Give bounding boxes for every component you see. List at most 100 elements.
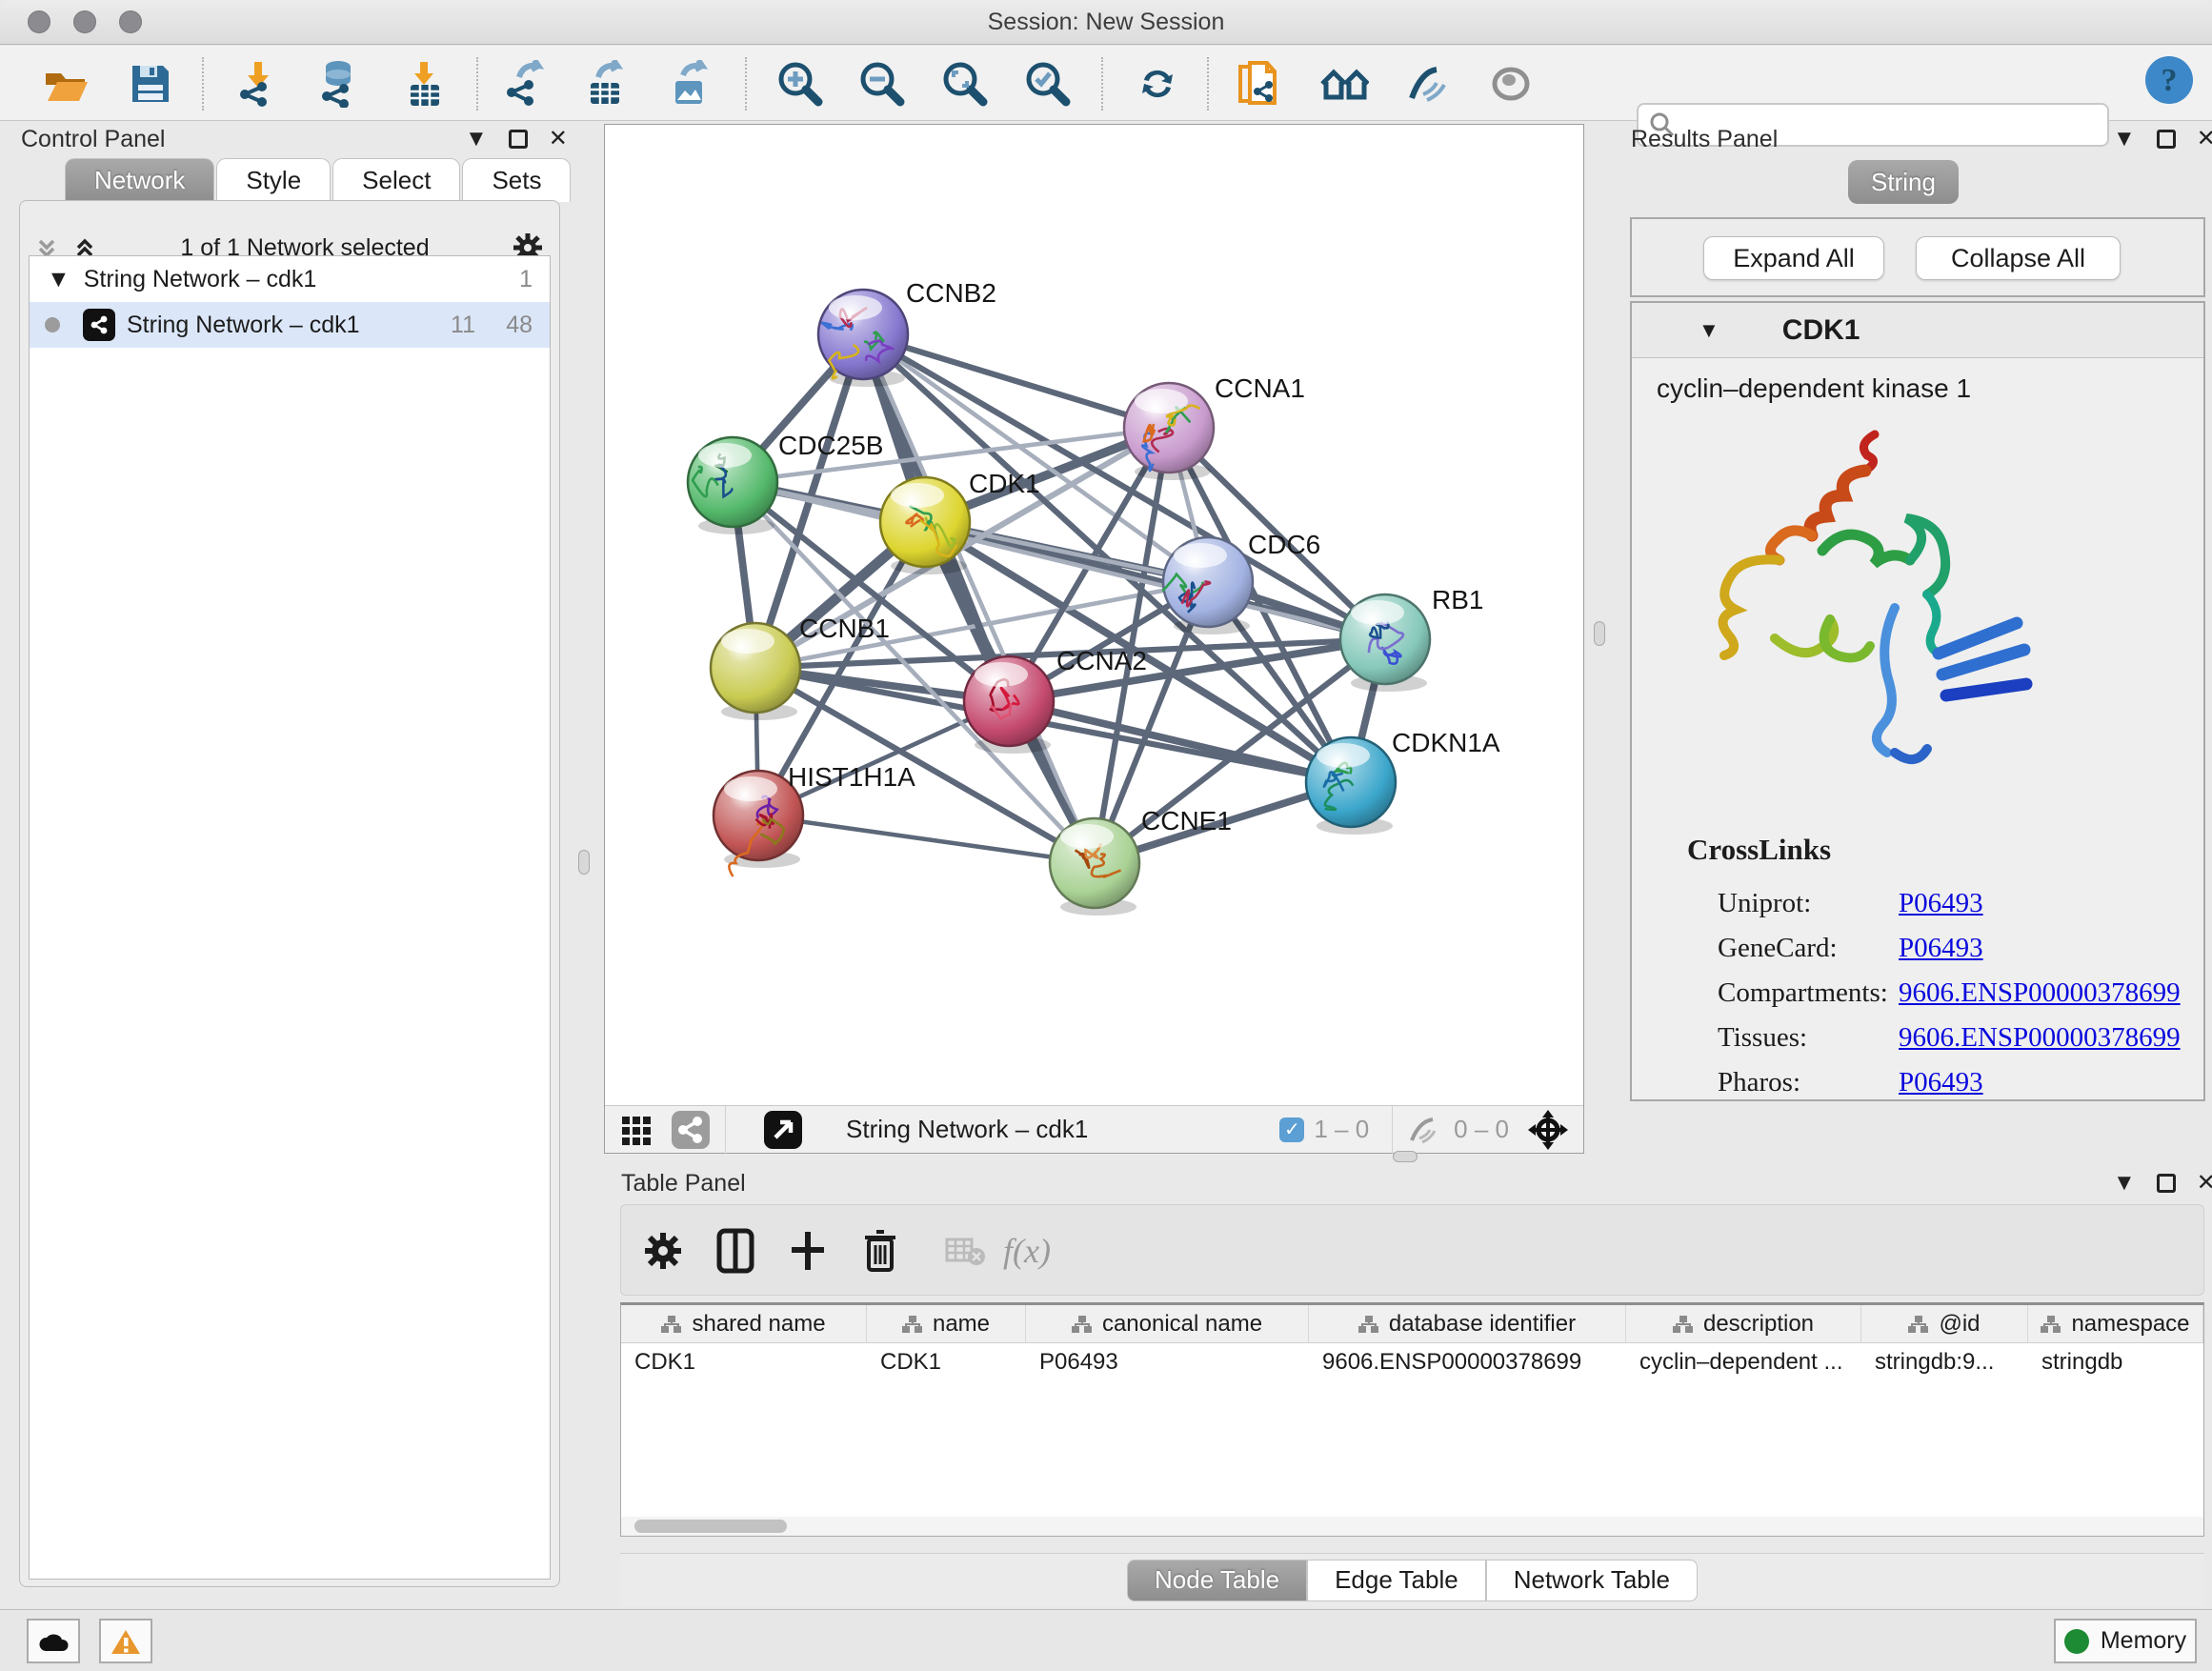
table-cell[interactable]: stringdb:9... bbox=[1861, 1343, 2028, 1381]
gear-icon[interactable] bbox=[634, 1222, 692, 1279]
hide-selected-icon[interactable] bbox=[1403, 59, 1453, 109]
add-column-icon[interactable] bbox=[779, 1222, 836, 1279]
memory-button[interactable]: Memory bbox=[2054, 1619, 2197, 1663]
toolbar-separator bbox=[1101, 57, 1103, 111]
import-table-icon[interactable] bbox=[400, 59, 450, 109]
table-cell[interactable]: CDK1 bbox=[621, 1343, 867, 1381]
open-session-icon[interactable] bbox=[42, 59, 91, 109]
warnings-button[interactable] bbox=[99, 1619, 152, 1663]
tab-network[interactable]: Network bbox=[65, 158, 214, 202]
section-expander-icon[interactable]: ▼ bbox=[1699, 318, 1719, 343]
column-header-database-identifier[interactable]: database identifier bbox=[1309, 1305, 1626, 1342]
string-view-icon[interactable] bbox=[670, 1109, 712, 1151]
network-collection-row[interactable]: ▼ String Network – cdk1 1 bbox=[30, 256, 550, 302]
node-CCNE1[interactable]: CCNE1 bbox=[1050, 806, 1232, 916]
zoom-selected-icon[interactable] bbox=[1023, 59, 1073, 109]
birdseye-grid-icon[interactable] bbox=[618, 1111, 656, 1149]
node-CDKN1A[interactable]: CDKN1A bbox=[1306, 728, 1500, 835]
gene-section-header[interactable]: ▼ CDK1 bbox=[1632, 303, 2203, 358]
crosslink-value-link[interactable]: 9606.ENSP00000378699 bbox=[1899, 977, 2181, 1009]
left-splitter-handle[interactable] bbox=[578, 850, 590, 875]
zoom-out-icon[interactable] bbox=[857, 59, 907, 109]
panel-float-icon[interactable] bbox=[2157, 1174, 2176, 1193]
network-row[interactable]: String Network – cdk1 11 48 bbox=[30, 302, 550, 348]
tab-style[interactable]: Style bbox=[216, 158, 331, 202]
panel-collapse-icon[interactable]: ▼ bbox=[2113, 128, 2136, 151]
zoom-in-icon[interactable] bbox=[775, 59, 825, 109]
crosslink-value-link[interactable]: P06493 bbox=[1899, 933, 1983, 964]
node-CCNB1[interactable]: CCNB1 bbox=[711, 614, 890, 720]
export-network-icon[interactable] bbox=[500, 59, 550, 109]
right-splitter-handle[interactable] bbox=[1594, 621, 1605, 646]
tree-expander-icon[interactable]: ▼ bbox=[47, 266, 70, 293]
node-RB1[interactable]: RB1 bbox=[1340, 585, 1483, 692]
panel-close-icon[interactable]: ✕ bbox=[2197, 128, 2212, 151]
column-header-description[interactable]: description bbox=[1626, 1305, 1861, 1342]
column-header-shared-name[interactable]: shared name bbox=[621, 1305, 867, 1342]
tab-sets[interactable]: Sets bbox=[462, 158, 571, 202]
split-columns-icon[interactable] bbox=[707, 1222, 764, 1279]
first-neighbors-icon[interactable] bbox=[1319, 59, 1369, 109]
table-cell[interactable]: stringdb bbox=[2028, 1343, 2203, 1381]
panel-collapse-icon[interactable]: ▼ bbox=[465, 128, 488, 151]
crosslink-row: Tissues:9606.ENSP00000378699 bbox=[1718, 1022, 2203, 1054]
table-cell[interactable]: cyclin–dependent ... bbox=[1626, 1343, 1861, 1381]
show-all-icon[interactable] bbox=[1486, 59, 1536, 109]
export-image-icon[interactable] bbox=[665, 59, 714, 109]
panel-float-icon[interactable] bbox=[509, 130, 528, 149]
node-CCNA1[interactable]: CCNA1 bbox=[1124, 373, 1305, 480]
tab-edge-table[interactable]: Edge Table bbox=[1307, 1560, 1486, 1601]
memory-status-icon bbox=[2064, 1629, 2089, 1654]
save-session-icon[interactable] bbox=[126, 59, 175, 109]
panel-collapse-icon[interactable]: ▼ bbox=[2113, 1172, 2136, 1195]
edge-CCNB2-CCNA1[interactable] bbox=[863, 334, 1169, 428]
horizontal-scrollbar[interactable] bbox=[621, 1517, 2203, 1536]
crosslink-value-link[interactable]: P06493 bbox=[1899, 888, 1983, 919]
tab-string[interactable]: String bbox=[1848, 160, 1959, 204]
column-header-canonical-name[interactable]: canonical name bbox=[1026, 1305, 1309, 1342]
crosslink-value-link[interactable]: 9606.ENSP00000378699 bbox=[1899, 1022, 2181, 1054]
network-graph[interactable]: CCNB2CCNA1CDC25BCDK1CDC6RB1CCNB1CCNA2CDK… bbox=[605, 125, 1583, 1105]
node-table[interactable]: shared namenamecanonical namedatabase id… bbox=[620, 1302, 2204, 1537]
import-network-database-icon[interactable] bbox=[313, 59, 363, 109]
crosslink-row: Pharos:P06493 bbox=[1718, 1067, 2203, 1098]
node-CCNB2[interactable]: CCNB2 bbox=[818, 278, 996, 387]
table-cell[interactable]: CDK1 bbox=[867, 1343, 1026, 1381]
fit-content-crosshair-icon[interactable] bbox=[1526, 1108, 1570, 1152]
tab-select[interactable]: Select bbox=[332, 158, 460, 202]
open-in-browser-icon[interactable] bbox=[762, 1109, 804, 1151]
table-cell[interactable]: 9606.ENSP00000378699 bbox=[1309, 1343, 1626, 1381]
help-icon[interactable]: ? bbox=[2143, 55, 2193, 105]
column-header-name[interactable]: name bbox=[867, 1305, 1026, 1342]
cloud-button[interactable] bbox=[27, 1619, 80, 1663]
export-table-icon[interactable] bbox=[580, 59, 630, 109]
horizontal-splitter-handle[interactable] bbox=[1393, 1151, 1418, 1162]
expand-all-button[interactable]: Expand All bbox=[1703, 236, 1884, 280]
network-row-label: String Network – cdk1 bbox=[127, 312, 360, 339]
scrollbar-thumb[interactable] bbox=[634, 1520, 787, 1533]
toolbar-separator bbox=[476, 57, 478, 111]
node-CDC25B[interactable]: CDC25B bbox=[688, 431, 883, 534]
panel-close-icon[interactable]: ✕ bbox=[549, 128, 568, 151]
hidden-elements-eye-icon[interactable] bbox=[1406, 1114, 1444, 1146]
column-type-icon bbox=[2041, 1315, 2061, 1334]
node-HIST1H1A[interactable]: HIST1H1A bbox=[714, 762, 915, 876]
panel-close-icon[interactable]: ✕ bbox=[2197, 1172, 2212, 1195]
selected-nodes-checkbox-icon[interactable]: ✓ bbox=[1279, 1117, 1304, 1142]
collapse-all-button[interactable]: Collapse All bbox=[1916, 236, 2121, 280]
panel-float-icon[interactable] bbox=[2157, 130, 2176, 149]
column-header-namespace[interactable]: namespace bbox=[2028, 1305, 2203, 1342]
edge-CCNE1-HIST1H1A[interactable] bbox=[758, 815, 1095, 863]
column-header--id[interactable]: @id bbox=[1861, 1305, 2028, 1342]
clone-network-icon[interactable] bbox=[1233, 59, 1282, 109]
table-cell[interactable]: P06493 bbox=[1026, 1343, 1309, 1381]
tab-node-table[interactable]: Node Table bbox=[1127, 1560, 1307, 1601]
refresh-icon[interactable] bbox=[1133, 59, 1182, 109]
network-view[interactable]: CCNB2CCNA1CDC25BCDK1CDC6RB1CCNB1CCNA2CDK… bbox=[604, 124, 1584, 1154]
tab-network-table[interactable]: Network Table bbox=[1486, 1560, 1698, 1601]
delete-column-icon[interactable] bbox=[852, 1222, 909, 1279]
crosslink-value-link[interactable]: P06493 bbox=[1899, 1067, 1983, 1098]
zoom-fit-icon[interactable] bbox=[940, 59, 990, 109]
table-row[interactable]: CDK1CDK1P064939606.ENSP00000378699cyclin… bbox=[621, 1343, 2203, 1381]
import-network-file-icon[interactable] bbox=[233, 59, 283, 109]
